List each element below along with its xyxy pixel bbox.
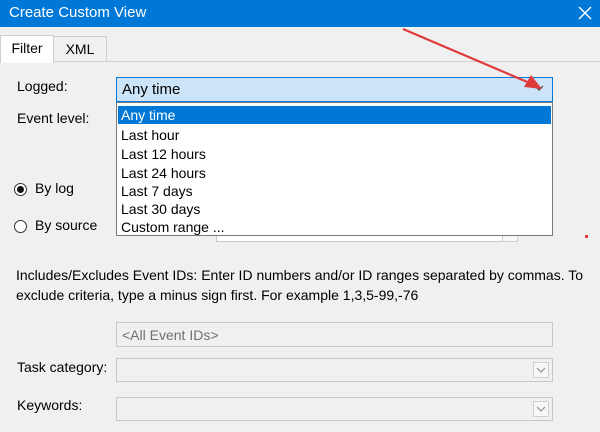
by-source-radio[interactable] — [14, 220, 27, 233]
event-ids-description: Includes/Excludes Event IDs: Enter ID nu… — [16, 267, 584, 303]
option-last-7-days[interactable]: Last 7 days — [118, 182, 551, 200]
annotation-arrow-icon — [402, 27, 542, 89]
red-marker-dot — [585, 235, 588, 238]
event-ids-input[interactable]: <All Event IDs> — [116, 322, 553, 347]
chevron-down-icon — [536, 367, 546, 373]
tab-xml[interactable]: XML — [53, 36, 107, 62]
logged-value: Any time — [122, 81, 181, 98]
chevron-down-icon — [536, 406, 546, 412]
tab-filter[interactable]: Filter — [0, 35, 54, 63]
by-source-label: By source — [35, 217, 98, 233]
radio-selected-dot — [17, 186, 24, 193]
option-custom-range[interactable]: Custom range ... — [118, 218, 551, 236]
keywords-label: Keywords: — [17, 397, 83, 413]
window-title: Create Custom View — [9, 4, 147, 21]
by-log-label: By log — [35, 180, 74, 196]
task-category-label: Task category: — [17, 359, 108, 375]
event-ids-placeholder: <All Event IDs> — [122, 327, 219, 343]
by-log-radio[interactable] — [14, 183, 27, 196]
keywords-dropdown[interactable] — [116, 397, 553, 421]
title-bar: Create Custom View — [0, 0, 600, 27]
event-level-label: Event level: — [17, 110, 90, 126]
option-any-time[interactable]: Any time — [118, 106, 551, 124]
close-icon[interactable] — [576, 4, 594, 22]
task-category-dropdown[interactable] — [116, 358, 553, 382]
keywords-dropdown-button[interactable] — [533, 401, 549, 417]
task-category-dropdown-button[interactable] — [533, 362, 549, 378]
option-last-24-hours[interactable]: Last 24 hours — [118, 164, 551, 182]
logged-options-list: Any time Last hour Last 12 hours Last 24… — [116, 102, 553, 236]
option-last-12-hours[interactable]: Last 12 hours — [118, 145, 551, 163]
option-last-hour[interactable]: Last hour — [118, 126, 551, 144]
logged-label: Logged: — [17, 78, 68, 94]
option-last-30-days[interactable]: Last 30 days — [118, 200, 551, 218]
